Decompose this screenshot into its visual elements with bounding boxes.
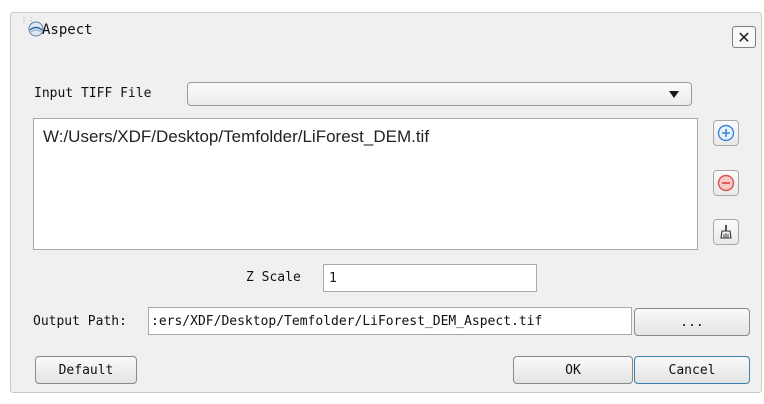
clear-list-button[interactable] (713, 219, 739, 245)
output-path-input[interactable]: :ers/XDF/Desktop/Temfolder/LiForest_DEM_… (148, 307, 632, 335)
default-button[interactable]: Default (35, 356, 137, 384)
input-tiff-label: Input TIFF File (34, 86, 152, 101)
z-scale-label: Z Scale (246, 270, 301, 285)
cancel-button[interactable]: Cancel (634, 356, 750, 384)
list-item[interactable]: W:/Users/XDF/Desktop/Temfolder/LiForest_… (43, 127, 429, 147)
remove-file-button[interactable] (713, 170, 739, 196)
input-tiff-select[interactable] (187, 82, 692, 106)
close-icon: ✕ (737, 27, 751, 47)
add-file-button[interactable] (713, 120, 739, 146)
close-button[interactable]: ✕ (732, 26, 756, 48)
output-path-label: Output Path: (33, 314, 127, 329)
file-list[interactable]: W:/Users/XDF/Desktop/Temfolder/LiForest_… (33, 118, 698, 250)
window-title: Aspect (42, 22, 93, 38)
browse-button[interactable]: ... (634, 308, 750, 336)
dropdown-arrow-icon (669, 91, 679, 98)
z-scale-input[interactable]: 1 (323, 264, 537, 292)
ok-button[interactable]: OK (513, 356, 633, 384)
